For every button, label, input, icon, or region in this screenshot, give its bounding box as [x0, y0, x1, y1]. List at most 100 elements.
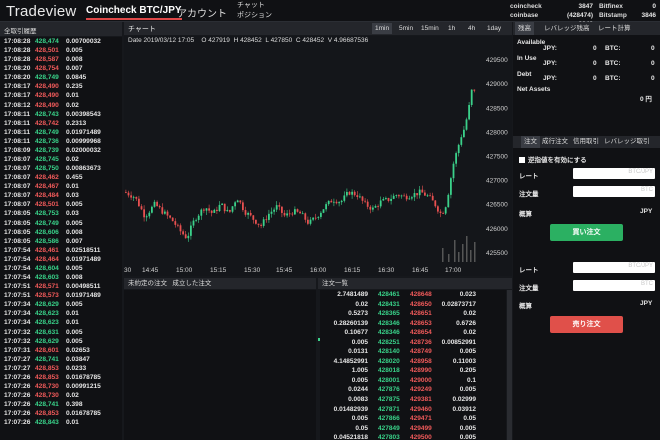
- bid-price: 427876: [378, 386, 400, 394]
- checkbox-icon[interactable]: [519, 157, 525, 163]
- trade-amount: 0.005: [66, 337, 83, 345]
- tab-rate-calc[interactable]: レート計算: [595, 22, 634, 35]
- tab-coincheck[interactable]: Coincheck BTC/JPY: [86, 5, 182, 20]
- trade-amount: 0.01: [66, 92, 79, 100]
- trade-time: 17:07:26: [4, 382, 31, 390]
- trade-amount: 0.007: [66, 237, 83, 245]
- buy-rate-label: レート: [519, 173, 539, 180]
- ask-amount: 0.02873717: [441, 300, 476, 308]
- trade-price: 428,490: [35, 83, 59, 91]
- tab-pending-orders[interactable]: 未約定の注文: [128, 280, 167, 287]
- trade-amount: 0.01678785: [66, 373, 101, 381]
- trade-time: 17:08:28: [4, 38, 31, 45]
- candle-body: [413, 193, 416, 198]
- timeframe-5min[interactable]: 5min: [396, 23, 416, 34]
- volume-bar: [448, 254, 450, 262]
- candle-body: [286, 213, 288, 216]
- timeframe-1day[interactable]: 1day: [484, 23, 504, 34]
- trade-row: 17:08:28 428,474 0.00700032: [0, 37, 122, 46]
- order-book-list[interactable]: 2.7481489 428461 428648 0.023 0.02 428431 4286…: [320, 290, 506, 440]
- reverse-limit-checkbox[interactable]: 逆指値を有効にする: [519, 154, 587, 164]
- order-row: 0.05 427849 429499 0.005: [320, 424, 506, 434]
- trade-time: 17:08:28: [4, 47, 31, 55]
- sell-rate-input[interactable]: BTC/JPY: [573, 262, 655, 273]
- trade-time: 17:08:05: [4, 228, 31, 236]
- candle-body: [346, 191, 348, 196]
- x-tick-label: 14:45: [142, 267, 159, 274]
- timeframe-4h[interactable]: 4h: [465, 23, 478, 34]
- trade-row: 17:08:07 428,484 0.03: [0, 191, 122, 200]
- buy-rate-input[interactable]: BTC/JPY: [573, 168, 655, 179]
- x-tick-label: 15:30: [244, 267, 261, 274]
- candle-body: [390, 198, 392, 201]
- trade-amount: 0.02: [66, 392, 79, 400]
- trade-amount: 0.005: [66, 219, 83, 227]
- trade-row: 17:08:07 428,745 0.02: [0, 155, 122, 164]
- trade-row: 17:08:07 428,467 0.01: [0, 182, 122, 191]
- btc-label: BTC:: [605, 60, 621, 67]
- ask-price: 428990: [410, 367, 432, 375]
- trade-price: 428,603: [35, 274, 59, 282]
- sell-amount-input[interactable]: BTC: [573, 280, 655, 291]
- position-label: ポジション: [237, 12, 272, 19]
- trade-time: 17:07:32: [4, 328, 31, 336]
- buy-order-button[interactable]: 買い注文: [550, 224, 623, 241]
- candle-body: [231, 206, 234, 212]
- trade-amount: 0.008: [66, 56, 83, 64]
- volume-bar: [454, 240, 456, 262]
- candle-body: [395, 195, 398, 196]
- timeframe-1min[interactable]: 1min: [372, 23, 393, 34]
- trade-price: 428,586: [35, 237, 59, 245]
- candle-body: [156, 201, 158, 207]
- trade-time: 17:07:27: [4, 364, 31, 372]
- trade-price: 428,573: [35, 292, 59, 300]
- tab-order[interactable]: 注文: [521, 136, 540, 148]
- jpy-value: 0: [593, 45, 597, 52]
- candle-body: [255, 219, 257, 224]
- candle-body: [205, 208, 208, 211]
- trade-price: 428,853: [35, 410, 59, 418]
- top-bar: Tradeview Coincheck BTC/JPY アカウント チャット ポジ…: [0, 0, 660, 28]
- candle-body: [294, 209, 296, 215]
- order-book-scrollbar[interactable]: [507, 290, 512, 440]
- candle-body: [408, 198, 411, 200]
- trade-amount: 0.03: [66, 210, 79, 218]
- buy-amount-input[interactable]: BTC: [573, 186, 655, 197]
- jpy-label: JPY:: [543, 75, 557, 82]
- trade-price: 428,587: [35, 56, 59, 64]
- candlestick-chart[interactable]: 429500 429000 428500 428000 427500 427000 4265…: [124, 36, 512, 276]
- tab-filled-orders[interactable]: 成立した注文: [172, 280, 211, 287]
- tab-balance[interactable]: 残高: [515, 22, 534, 35]
- price-chart[interactable]: 429500 429000 428500 428000 427500 427000 4265…: [124, 36, 512, 276]
- timeframe-1h[interactable]: 1h: [445, 23, 458, 34]
- tab-margin-trade[interactable]: 信用取引: [570, 136, 602, 148]
- trade-amount: 0.00700032: [66, 38, 101, 45]
- candle-body: [322, 209, 325, 213]
- tab-account[interactable]: アカウント: [177, 5, 227, 20]
- tab-leverage-balance[interactable]: レバレッジ残高: [541, 22, 593, 35]
- sell-estimate-label: 概算: [519, 303, 532, 310]
- trade-time: 17:08:07: [4, 192, 31, 200]
- tab-market-order[interactable]: 成行注文: [539, 136, 571, 148]
- tab-leverage-trade[interactable]: レバレッジ取引: [601, 136, 653, 148]
- trade-row: 17:07:26 428,741 0.398: [0, 400, 122, 409]
- candle-body: [236, 200, 239, 203]
- timeframe-15min[interactable]: 15min: [418, 23, 442, 34]
- sell-order-button[interactable]: 売り注文: [550, 316, 623, 333]
- order-book-title: 注文一覧: [322, 280, 348, 287]
- trade-row: 17:08:12 428,490 0.02: [0, 101, 122, 110]
- trade-row: 17:07:31 428,601 0.02653: [0, 346, 122, 355]
- trade-history-list[interactable]: 17:08:28 428,474 0.00700032 17:08:28 428,501…: [0, 37, 122, 440]
- candle-body: [304, 213, 307, 220]
- trade-amount: 0.03847: [66, 355, 90, 363]
- account-panel: 残高 レバレッジ残高 レート計算 Available JPY: 0 BTC: 0…: [513, 22, 660, 440]
- volume-bar: [458, 252, 460, 262]
- bid-price: 428001: [378, 376, 400, 384]
- candle-body: [317, 216, 320, 218]
- candle-body: [351, 191, 353, 195]
- net-assets-label: Net Assets: [517, 86, 551, 93]
- buy-amount-label: 注文量: [519, 191, 539, 198]
- ask-amount: 0.005: [459, 386, 476, 394]
- tab-chat[interactable]: チャット ポジション: [237, 1, 272, 21]
- trade-amount: 0.01971489: [66, 255, 101, 263]
